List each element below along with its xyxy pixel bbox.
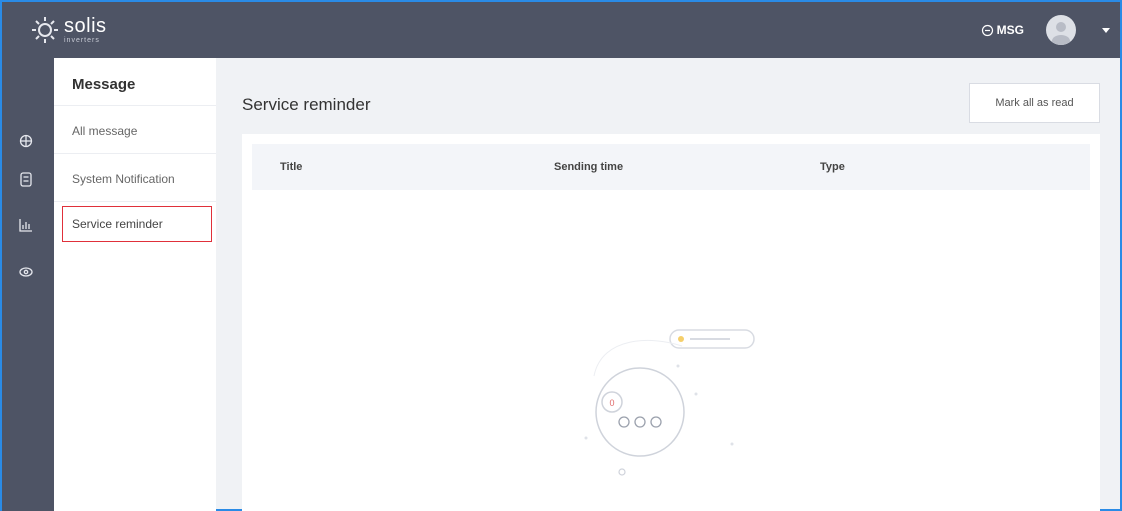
logo-word: solis	[64, 15, 107, 37]
globe-icon[interactable]	[17, 132, 35, 150]
column-header-title[interactable]: Title	[280, 161, 302, 173]
chat-bubble-icon	[981, 24, 993, 36]
table-header: Title Sending time Type	[252, 144, 1090, 190]
top-bar: solis inverters MSG	[2, 2, 1120, 58]
page-title: Service reminder	[242, 95, 371, 114]
submenu-item-all-message[interactable]: All message	[54, 106, 216, 154]
message-submenu: Message All message System Notification …	[54, 58, 216, 511]
msg-label: MSG	[996, 23, 1024, 37]
device-icon[interactable]	[17, 170, 35, 188]
avatar[interactable]	[1046, 15, 1076, 45]
caret-down-icon[interactable]	[1102, 27, 1110, 33]
sun-logo-icon	[32, 17, 58, 43]
msg-button[interactable]: MSG	[981, 23, 1024, 37]
chart-icon[interactable]	[17, 216, 35, 234]
empty-chat-illustration: 0	[584, 329, 755, 476]
submenu-item-system-notification[interactable]: System Notification	[54, 154, 216, 202]
main-content: Service reminder Mark all as read Title …	[216, 58, 1120, 511]
logo-subtitle: inverters	[64, 37, 100, 44]
mark-all-read-button[interactable]: Mark all as read	[969, 83, 1100, 123]
eye-icon[interactable]	[17, 263, 35, 281]
svg-text:0: 0	[609, 398, 614, 408]
avatar-icon	[1052, 22, 1070, 45]
message-table-panel: Title Sending time Type 0	[242, 134, 1100, 511]
icon-rail	[2, 58, 54, 511]
column-header-type[interactable]: Type	[820, 161, 845, 173]
submenu-title: Message	[54, 58, 216, 106]
submenu-item-service-reminder[interactable]: Service reminder	[62, 206, 212, 242]
column-header-sending-time[interactable]: Sending time	[554, 161, 623, 173]
logo[interactable]: solis inverters	[30, 15, 107, 45]
